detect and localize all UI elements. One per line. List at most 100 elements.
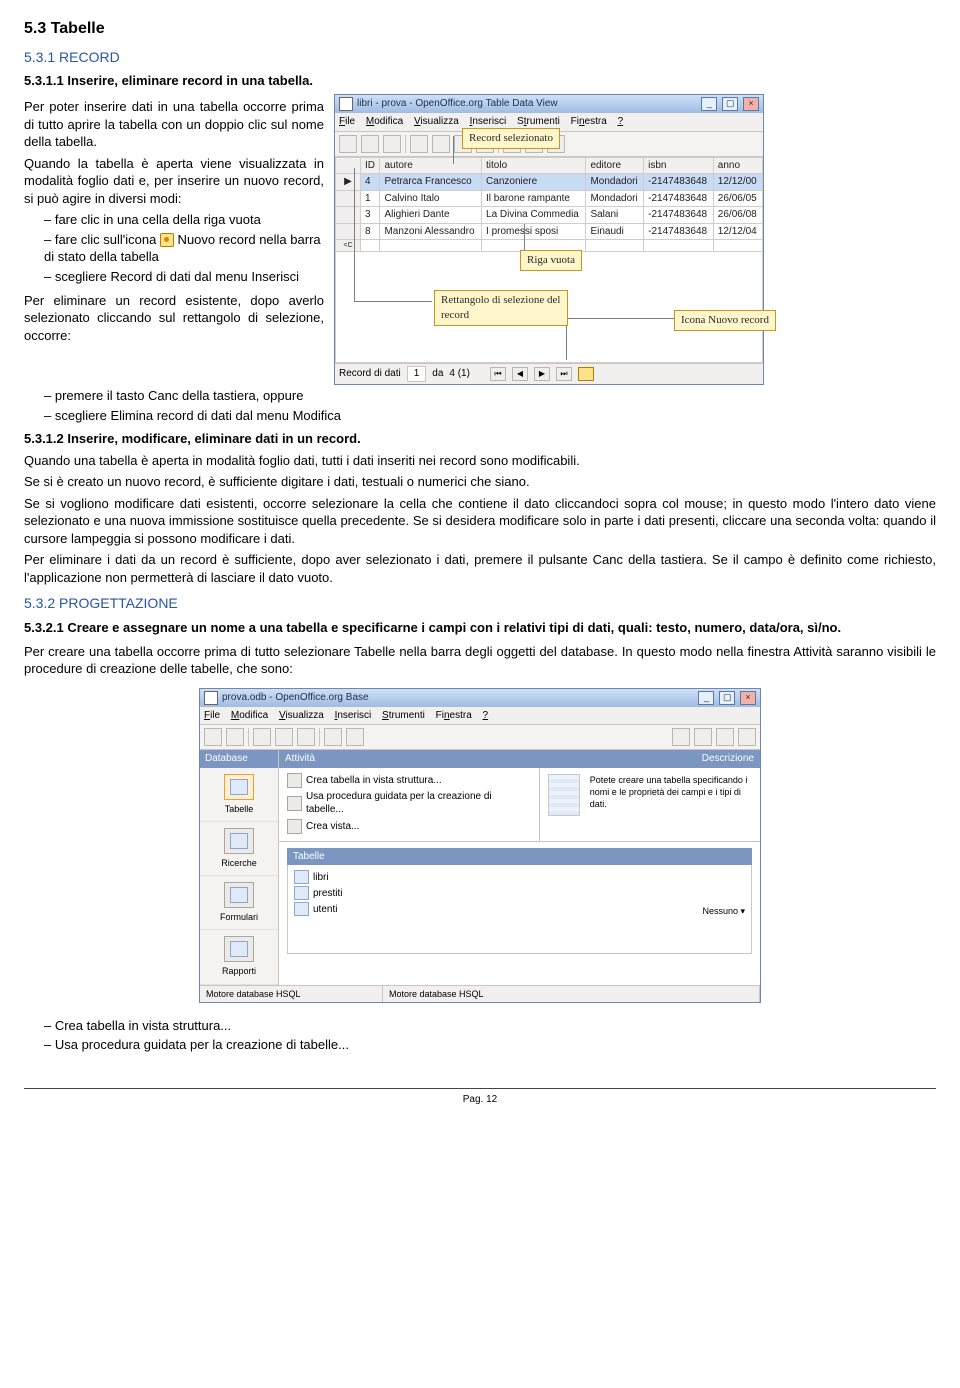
record-nav-label: Record di dati [339, 367, 401, 381]
toolbar-button[interactable] [738, 728, 756, 746]
menu-item[interactable]: ? [483, 710, 489, 721]
menu-item[interactable]: ? [618, 116, 624, 127]
toolbar-button[interactable] [346, 728, 364, 746]
activity-item[interactable]: Usa procedura guidata per la creazione d… [287, 789, 531, 818]
minimize-button[interactable]: _ [701, 97, 717, 111]
col-header[interactable]: autore [380, 157, 482, 174]
paragraph: Per eliminare un record esistente, dopo … [24, 292, 324, 345]
menu-item[interactable]: Modifica [231, 710, 268, 721]
sidebar-item-tabelle[interactable]: Tabelle [200, 768, 278, 822]
toolbar-button[interactable] [432, 135, 450, 153]
menu-item[interactable]: File [339, 116, 355, 127]
row-selector[interactable] [336, 207, 361, 224]
table-row[interactable]: 3Alighieri DanteLa Divina CommediaSalani… [336, 207, 763, 224]
list-item: fare clic sull'icona Nuovo record nella … [44, 231, 324, 266]
toolbar-button[interactable] [672, 728, 690, 746]
row-selector[interactable] [336, 190, 361, 207]
minimize-button[interactable]: _ [698, 691, 714, 705]
menu-item[interactable]: Finestra [571, 116, 607, 127]
app-icon [339, 97, 353, 111]
menu-item[interactable]: File [204, 710, 220, 721]
col-header[interactable]: editore [586, 157, 644, 174]
window-titlebar: libri - prova - OpenOffice.org Table Dat… [335, 95, 763, 113]
sidebar-item-ricerche[interactable]: Ricerche [200, 822, 278, 876]
sidebar-item-formulari[interactable]: Formulari [200, 876, 278, 930]
menu-item[interactable]: Visualizza [279, 710, 324, 721]
tables-list: libri prestiti utenti Nessuno ▾ [287, 865, 752, 954]
table-icon [294, 902, 309, 916]
maximize-button[interactable]: ▢ [719, 691, 735, 705]
close-button[interactable]: × [743, 97, 759, 111]
nav-prev-button[interactable]: ◀ [512, 367, 528, 381]
base-window: prova.odb - OpenOffice.org Base _ ▢ × Fi… [199, 688, 761, 1003]
menu-item[interactable]: Strumenti [517, 116, 560, 127]
activity-item[interactable]: Crea tabella in vista struttura... [287, 772, 531, 789]
toolbar-button[interactable] [324, 728, 342, 746]
table-list-item[interactable]: libri [294, 869, 702, 885]
table-list-item[interactable]: utenti [294, 901, 702, 917]
forms-icon [224, 882, 254, 908]
list-item: premere il tasto Canc della tastiera, op… [44, 387, 936, 405]
menu-item[interactable]: Modifica [366, 116, 403, 127]
table-icon [294, 886, 309, 900]
toolbar-button[interactable] [694, 728, 712, 746]
list-item: scegliere Record di dati dal menu Inseri… [44, 268, 324, 286]
description-thumb [548, 774, 579, 816]
subsection-title: 5.3.1 RECORD [24, 48, 936, 67]
toolbar-button[interactable] [253, 728, 271, 746]
menu-item[interactable]: Inserisci [335, 710, 372, 721]
callout-record-selezionato: Record selezionato [462, 128, 560, 149]
reports-icon [224, 936, 254, 962]
close-button[interactable]: × [740, 691, 756, 705]
menu-item[interactable]: Finestra [436, 710, 472, 721]
subsection-title: 5.3.2 PROGETTAZIONE [24, 594, 936, 613]
toolbar-button[interactable] [383, 135, 401, 153]
new-record-button[interactable] [578, 367, 594, 381]
app-icon [204, 691, 218, 705]
nav-last-button[interactable]: ⏭ [556, 367, 572, 381]
maximize-button[interactable]: ▢ [722, 97, 738, 111]
table-row[interactable]: 8Manzoni AlessandroI promessi sposiEinau… [336, 223, 763, 240]
menu-item[interactable]: Visualizza [414, 116, 459, 127]
paragraph: Per poter inserire dati in una tabella o… [24, 98, 324, 151]
view-mode-dropdown[interactable]: Nessuno ▾ [702, 905, 745, 917]
menu-item[interactable]: Inserisci [470, 116, 507, 127]
table-list-item[interactable]: prestiti [294, 885, 702, 901]
menubar[interactable]: File Modifica Visualizza Inserisci Strum… [200, 707, 760, 726]
toolbar-button[interactable] [716, 728, 734, 746]
row-selector[interactable] [336, 223, 361, 240]
table-icon [294, 870, 309, 884]
queries-icon [224, 828, 254, 854]
table-row[interactable]: ▶ 4Petrarca FrancescoCanzoniereMondadori… [336, 174, 763, 191]
col-header[interactable]: anno [713, 157, 762, 174]
menu-item[interactable]: Strumenti [382, 710, 425, 721]
toolbar-button[interactable] [275, 728, 293, 746]
description-header: Descrizione [520, 752, 755, 766]
sidebar-header: Database [200, 750, 278, 768]
nav-next-button[interactable]: ▶ [534, 367, 550, 381]
toolbar-button[interactable] [226, 728, 244, 746]
toolbar-button[interactable] [339, 135, 357, 153]
row-selector[interactable]: <C [336, 240, 361, 252]
sidebar: Database Tabelle Ricerche Formulari Rapp… [200, 750, 279, 984]
table-row[interactable]: 1Calvino ItaloIl barone rampanteMondador… [336, 190, 763, 207]
toolbar-button[interactable] [410, 135, 428, 153]
page-footer: Pag. 12 [24, 1088, 936, 1107]
activity-icon [287, 819, 302, 834]
toolbar-button[interactable] [204, 728, 222, 746]
sidebar-item-rapporti[interactable]: Rapporti [200, 930, 278, 984]
topic-title: 5.3.2.1 Creare e assegnare un nome a una… [24, 619, 936, 637]
toolbar-button[interactable] [361, 135, 379, 153]
activity-item[interactable]: Crea vista... [287, 818, 531, 835]
col-header[interactable]: isbn [644, 157, 714, 174]
toolbar-button[interactable] [297, 728, 315, 746]
list-item: Crea tabella in vista struttura... [44, 1017, 936, 1035]
paragraph: Per eliminare i dati da un record è suff… [24, 551, 936, 586]
nav-first-button[interactable]: ⏮ [490, 367, 506, 381]
col-header[interactable]: ID [361, 157, 380, 174]
col-header[interactable]: titolo [482, 157, 586, 174]
toolbar [200, 725, 760, 750]
row-selector[interactable]: ▶ [336, 174, 361, 191]
topic-title: 5.3.1.1 Inserire, eliminare record in un… [24, 72, 936, 90]
record-current[interactable]: 1 [407, 366, 427, 382]
